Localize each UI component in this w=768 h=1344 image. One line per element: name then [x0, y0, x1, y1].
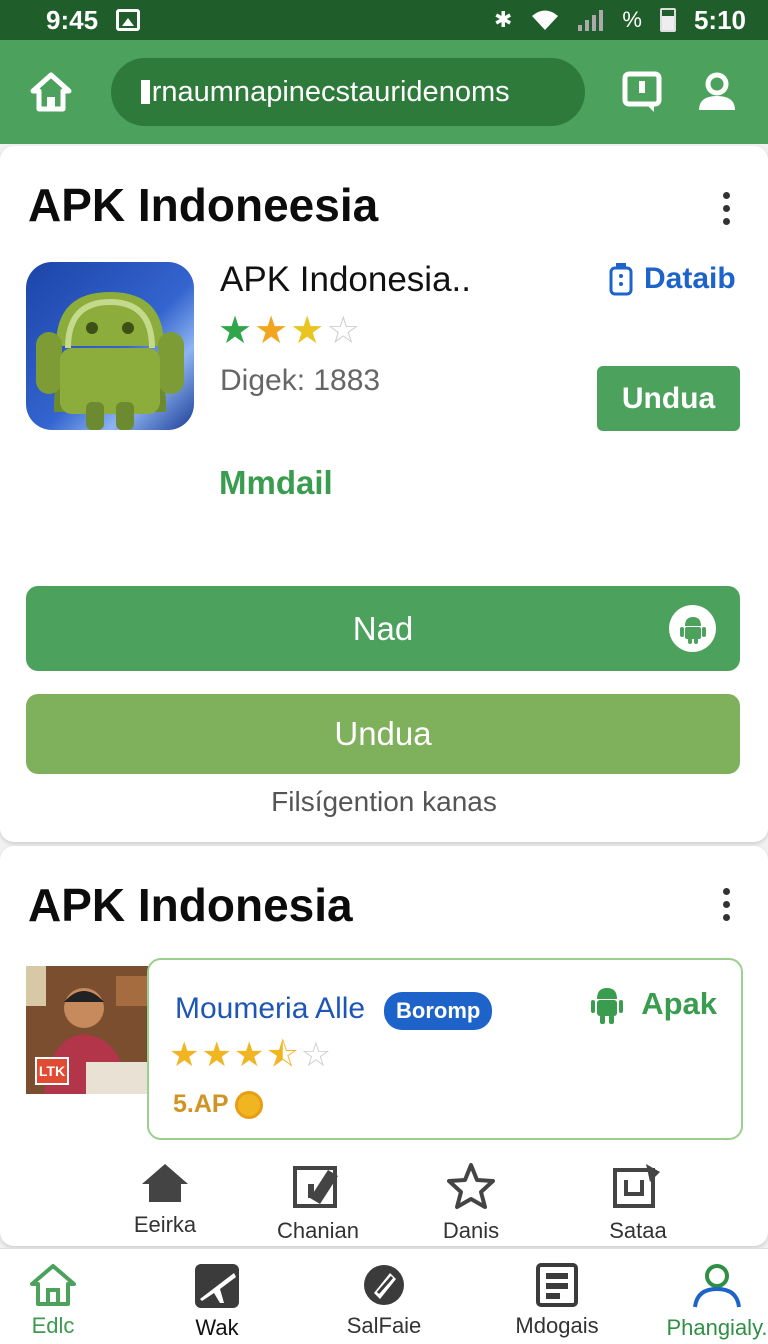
rating-stars: ★ ★ ★ ⯪ ☆: [169, 1038, 331, 1072]
more-detail-link[interactable]: Mmdail: [219, 464, 333, 502]
edit-icon: [293, 1166, 338, 1208]
detail-link[interactable]: Dataib: [608, 262, 736, 296]
score-value: 5.AP: [173, 1090, 229, 1118]
wifi-icon: [532, 10, 559, 30]
primary-action-label: Nad: [352, 609, 414, 647]
more-options-icon[interactable]: [720, 192, 732, 225]
quick-action-danis[interactable]: Danis: [406, 1162, 536, 1244]
star-empty-icon: ☆: [326, 310, 361, 352]
tag-badge: Boromp: [384, 992, 493, 1030]
document-icon: [536, 1263, 578, 1307]
android-badge: [669, 605, 716, 652]
share-icon: [613, 1164, 660, 1208]
url-text: rnaumnapinecstauridenoms: [151, 75, 510, 108]
quick-action-label: Eeirka: [133, 1212, 197, 1237]
star-full-icon: ★: [233, 1036, 265, 1074]
image-icon: [116, 9, 141, 31]
quick-action-eeirka[interactable]: Eeirka: [100, 1162, 230, 1238]
apk-action[interactable]: Apak: [591, 984, 717, 1024]
quick-action-chanian[interactable]: Chanian: [253, 1162, 383, 1244]
bottom-navigation: Edlc Wak SalFaie Mdogais Phangialy.: [0, 1248, 768, 1344]
android-icon: [591, 988, 624, 1024]
download-count: Digek: 1883: [220, 364, 381, 397]
nav-label: Edlc: [31, 1313, 75, 1338]
signal-text: %: [622, 7, 642, 32]
home-icon: [30, 1264, 76, 1306]
detail-label: Dataib: [644, 262, 736, 295]
score: 5.AP: [173, 1090, 263, 1119]
nav-label: SalFaie: [346, 1313, 422, 1338]
card-title: APK Indonesia: [28, 879, 353, 931]
url-bar[interactable]: rnaumnapinecstauridenoms: [110, 58, 585, 126]
more-options-icon[interactable]: [720, 888, 732, 921]
star-empty-icon: ☆: [300, 1036, 332, 1074]
home-icon: [142, 1164, 188, 1202]
nav-item-wak[interactable]: Wak: [142, 1263, 292, 1341]
nav-label: Mdogais: [515, 1313, 599, 1338]
status-time-right: 5:10: [693, 4, 746, 35]
star-full-icon: ★: [254, 310, 289, 352]
nav-item-edlc[interactable]: Edlc: [0, 1263, 128, 1339]
bluetooth-icon: ✱: [493, 7, 513, 32]
tag-icon: [364, 1265, 404, 1305]
rating-stars: ★ ★ ★ ☆: [218, 312, 360, 350]
plane-icon: [195, 1264, 239, 1308]
star-full-icon: ★: [218, 310, 253, 352]
app-info-box[interactable]: Moumeria Alle Boromp Apak ★ ★ ★ ⯪ ☆ 5.AP: [147, 958, 743, 1140]
app-name: Moumeria Alle: [175, 992, 366, 1025]
android-icon: [36, 292, 184, 430]
quick-action-label: Danis: [442, 1218, 500, 1243]
app-screenshot-thumbnail[interactable]: LTK: [26, 966, 150, 1094]
app-card-secondary: APK Indonesia LTK Moumeria Alle Boromp A…: [0, 846, 768, 1246]
star-full-icon: ★: [290, 310, 325, 352]
status-time-left: 9:45: [46, 4, 99, 35]
star-icon: [447, 1163, 495, 1209]
star-half-icon: ⯪: [266, 1036, 299, 1074]
app-bar: rnaumnapinecstauridenoms: [0, 40, 768, 144]
app-card-primary: APK Indoneesia APK Indonesia.. ★ ★ ★ ☆ D…: [0, 146, 768, 842]
app-logo[interactable]: [26, 262, 194, 430]
footnote-text: Filsígention kanas: [271, 786, 497, 817]
photo-badge: LTK: [35, 1057, 69, 1085]
primary-action-button[interactable]: Nad: [26, 586, 740, 671]
quick-action-sataa[interactable]: Sataa: [573, 1162, 703, 1244]
chat-button[interactable]: [615, 64, 670, 120]
signal-icon: [578, 10, 604, 31]
app-name[interactable]: APK Indonesia..: [220, 260, 471, 300]
star-full-icon: ★: [169, 1036, 200, 1074]
profile-icon: [693, 1264, 741, 1308]
home-icon: [30, 72, 72, 112]
android-icon: [679, 616, 706, 644]
phone-icon: [609, 263, 633, 296]
nav-label: Phangialy.: [666, 1315, 768, 1340]
card-title: APK Indoneesia: [28, 179, 379, 231]
star-full-icon: ★: [201, 1036, 232, 1074]
quick-action-label: Chanian: [277, 1218, 359, 1243]
chat-icon: [622, 71, 662, 112]
profile-icon: [698, 72, 735, 110]
nav-item-phangialy[interactable]: Phangialy.: [642, 1263, 768, 1341]
quick-action-label: Sataa: [609, 1218, 667, 1243]
apk-action-label: Apak: [641, 986, 717, 1021]
text-cursor: [140, 80, 150, 104]
download-button[interactable]: Undua: [597, 366, 740, 431]
secondary-download-button[interactable]: Undua: [26, 694, 740, 774]
status-bar: 9:45 ✱ % 5:10: [0, 0, 768, 40]
quick-actions: Eeirka Chanian Danis Sataa: [0, 1162, 768, 1246]
battery-icon: [659, 8, 676, 32]
coin-icon: [234, 1090, 263, 1119]
nav-label: Wak: [195, 1315, 239, 1340]
nav-item-salfaie[interactable]: SalFaie: [309, 1263, 459, 1339]
nav-item-mdogais[interactable]: Mdogais: [482, 1263, 632, 1339]
home-button[interactable]: [24, 64, 79, 120]
profile-button[interactable]: [689, 64, 744, 120]
